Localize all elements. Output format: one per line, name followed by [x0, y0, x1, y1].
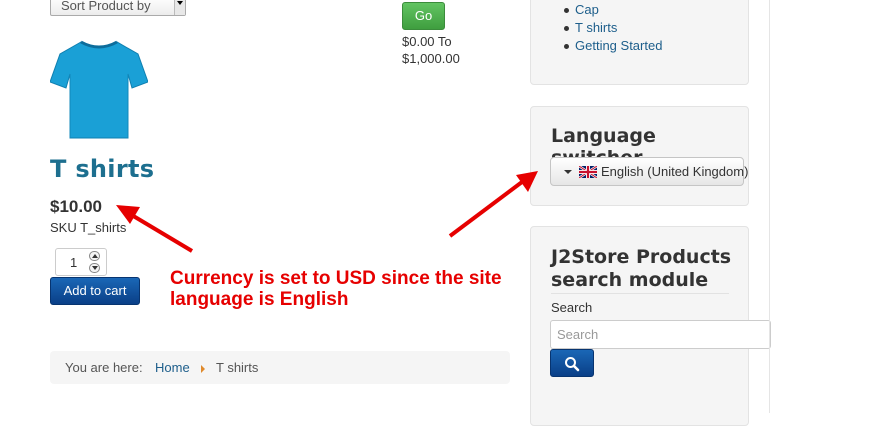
- search-module-heading-line1: J2Store Products: [551, 246, 732, 268]
- search-icon: [565, 357, 580, 372]
- category-link-cap[interactable]: Cap: [560, 1, 662, 19]
- quantity-value[interactable]: 1: [70, 255, 77, 270]
- product-title[interactable]: T shirts: [50, 155, 154, 183]
- breadcrumb-separator-icon: [201, 365, 205, 373]
- price-range-from: $0.00 To: [402, 34, 452, 49]
- category-link-getting-started[interactable]: Getting Started: [560, 37, 662, 55]
- search-input[interactable]: [550, 320, 771, 349]
- chevron-up-icon[interactable]: [89, 251, 100, 261]
- sort-select[interactable]: Sort Product by: [50, 0, 186, 16]
- annotation-line1: Currency is set to USD since the site: [170, 268, 502, 289]
- search-module-heading: J2Store Products search module: [551, 246, 731, 292]
- caret-down-icon: [564, 170, 572, 174]
- search-button[interactable]: [550, 349, 594, 377]
- annotation-line2: language is English: [170, 289, 349, 310]
- uk-flag-icon: [579, 166, 597, 178]
- breadcrumb-home-link[interactable]: Home: [155, 360, 190, 375]
- search-module-heading-line2: search module: [551, 269, 709, 291]
- product-sku: SKU T_shirts: [50, 220, 127, 235]
- chevron-down-icon: [174, 0, 185, 15]
- language-switcher-module: Language switcher English (United Kingdo…: [530, 106, 749, 206]
- breadcrumb: You are here: Home T shirts: [50, 351, 510, 384]
- arrow-to-price-icon: [116, 205, 194, 253]
- go-button[interactable]: Go: [402, 2, 445, 30]
- column-divider: [769, 0, 770, 413]
- price-range-to: $1,000.00: [402, 51, 460, 66]
- category-link-tshirts[interactable]: T shirts: [560, 19, 662, 37]
- quantity-stepper[interactable]: 1: [55, 248, 107, 276]
- categories-module: Cap T shirts Getting Started: [530, 0, 749, 85]
- chevron-down-icon[interactable]: [89, 263, 100, 273]
- search-label: Search: [551, 300, 593, 315]
- arrow-to-language-icon: [448, 171, 538, 238]
- breadcrumb-current: T shirts: [216, 360, 259, 375]
- language-dropdown[interactable]: English (United Kingdom): [550, 157, 748, 186]
- language-selected: English (United Kingdom): [601, 164, 749, 179]
- price-range-text: $0.00 To $1,000.00: [402, 33, 460, 67]
- search-module: J2Store Products search module Search: [530, 226, 771, 426]
- sort-select-value: Sort Product by: [61, 0, 151, 13]
- breadcrumb-prefix: You are here:: [65, 360, 143, 375]
- annotation-text: Currency is set to USD since the site la…: [170, 268, 502, 310]
- add-to-cart-button[interactable]: Add to cart: [50, 277, 140, 305]
- tshirt-image[interactable]: [50, 38, 148, 142]
- divider: [551, 293, 729, 294]
- product-price: $10.00: [50, 197, 102, 216]
